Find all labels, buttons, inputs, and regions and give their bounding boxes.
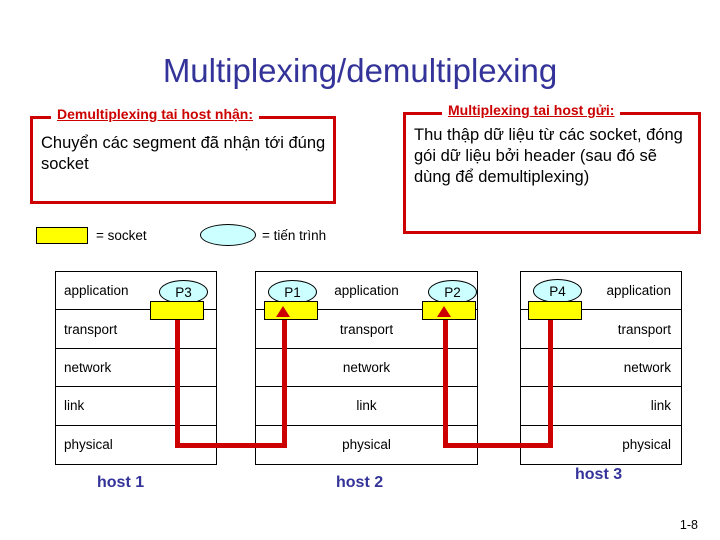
layer-network: network xyxy=(56,349,216,388)
host-label-1: host 1 xyxy=(97,474,145,491)
connector-host1-vertical xyxy=(175,306,180,448)
layer-link: link xyxy=(56,387,216,426)
socket-p1 xyxy=(264,301,318,320)
legend-socket-swatch xyxy=(36,227,88,244)
connector-arrow-p2 xyxy=(437,306,451,317)
connector-host2-host3-horizontal xyxy=(443,443,553,448)
slide-number: 1-8 xyxy=(679,518,698,532)
connector-arrow-p1 xyxy=(276,306,290,317)
connector-host3-vertical xyxy=(548,306,553,448)
connector-host2-p2-vertical xyxy=(443,312,448,448)
connector-host1-host2-horizontal xyxy=(175,443,287,448)
slide-canvas: Multiplexing/demultiplexing Demultiplexi… xyxy=(0,0,720,540)
layer-link: link xyxy=(521,387,681,426)
callout-demultiplexing: Demultiplexing tai host nhận: Chuyển các… xyxy=(30,106,336,204)
legend-process-swatch xyxy=(200,224,256,246)
legend-socket-label: = socket xyxy=(96,228,147,243)
host-label-3: host 3 xyxy=(575,466,623,483)
callout-multiplexing-body: Thu thập dữ liệu từ các socket, đóng gói… xyxy=(414,126,683,186)
callout-demultiplexing-body: Chuyển các segment đã nhận tới đúng sock… xyxy=(41,134,326,173)
page-title: Multiplexing/demultiplexing xyxy=(162,52,558,89)
callout-demultiplexing-heading: Demultiplexing tai host nhận: xyxy=(51,106,260,122)
socket-p3 xyxy=(150,301,204,320)
callout-multiplexing: Multiplexing tai host gửi: Thu thập dữ l… xyxy=(403,102,701,234)
host-label-2: host 2 xyxy=(336,474,384,491)
legend-process-label: = tiến trình xyxy=(262,228,327,243)
process-oval-p4: P4 xyxy=(533,279,582,303)
layer-network: network xyxy=(521,349,681,388)
connector-host2-p1-vertical xyxy=(282,312,287,448)
socket-p4 xyxy=(528,301,582,320)
callout-multiplexing-heading: Multiplexing tai host gửi: xyxy=(442,102,621,118)
